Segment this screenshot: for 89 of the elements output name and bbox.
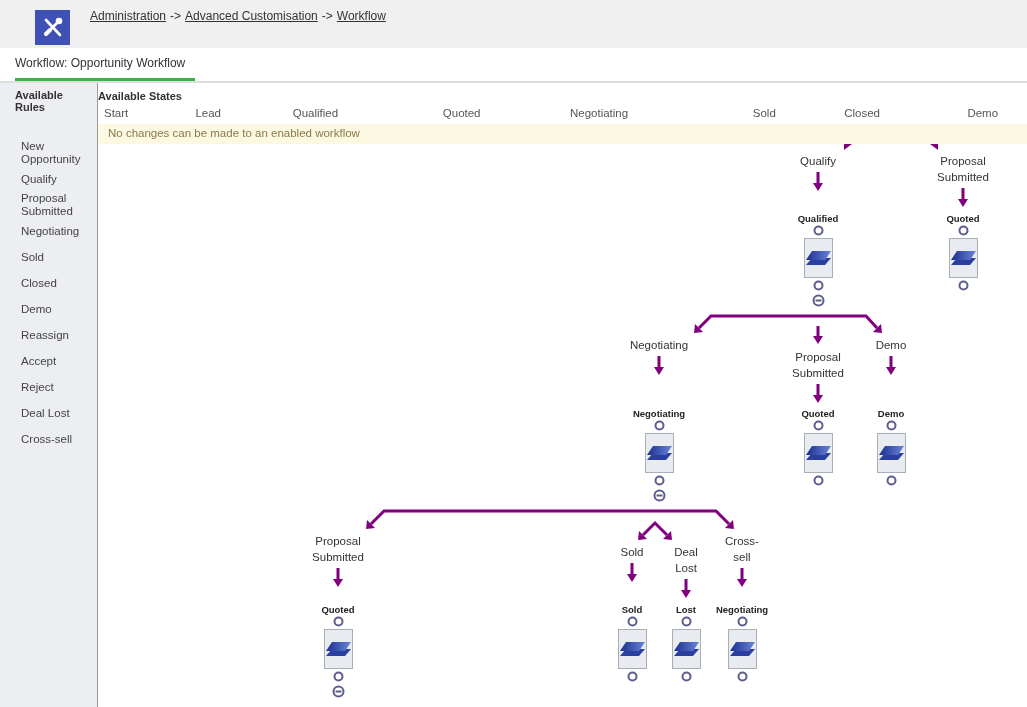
rule-item[interactable]: Closed [21, 270, 93, 296]
collapse-icon[interactable] [652, 489, 666, 502]
rule-item[interactable]: Demo [21, 296, 93, 322]
connector-port-icon [626, 616, 638, 627]
tools-icon [35, 10, 70, 45]
connector-port-icon [957, 280, 969, 291]
state-column-header: Closed [844, 106, 881, 122]
arrow-icon [627, 563, 637, 582]
breadcrumb-link[interactable]: Workflow [336, 7, 386, 25]
rule-item[interactable]: Qualify [21, 166, 93, 192]
arrow-icon [813, 172, 823, 191]
connector-port-icon [885, 420, 897, 431]
state-label: Quoted [946, 213, 980, 225]
state-label: Demo [877, 408, 905, 420]
breadcrumb-link[interactable]: Advanced Customisation [185, 7, 318, 25]
connector-port-icon [653, 420, 665, 431]
connector-port-icon [332, 671, 344, 682]
rules-panel-title: Available Rules [14, 89, 64, 113]
arrow-icon [333, 568, 343, 587]
connector-port-icon [812, 280, 824, 291]
state-icon [323, 629, 353, 669]
connector-port-icon [680, 671, 692, 682]
state-icon [727, 629, 757, 669]
state-column-header: Demo [967, 106, 1000, 122]
rule-label: Deal Lost [673, 545, 699, 576]
collapse-icon[interactable] [331, 685, 345, 698]
rule-item[interactable]: Negotiating [21, 218, 93, 244]
arrow-icon [681, 579, 691, 598]
arrow-icon [737, 568, 747, 587]
state-column-header: Lead [195, 106, 222, 122]
breadcrumb-separator: -> [321, 8, 333, 25]
arrow-icon [886, 356, 896, 375]
connector-port-icon [812, 420, 824, 431]
state-column-header: Negotiating [569, 106, 630, 122]
connector-arrow [813, 326, 823, 344]
rule-item[interactable]: New Opportunity [21, 140, 93, 166]
state-label: Quoted [801, 408, 835, 420]
connector-port-icon [736, 616, 748, 627]
connector-port-icon [626, 671, 638, 682]
rule-item[interactable]: Reassign [21, 322, 93, 348]
rule-label: Cross-sell [724, 534, 760, 565]
connector-arrow [844, 144, 852, 150]
rule-label: Sold [620, 545, 644, 560]
state-label: Qualified [797, 213, 839, 225]
rule-label: Proposal Submitted [311, 534, 365, 565]
connector-port-icon [812, 225, 824, 236]
state-label: Quoted [321, 604, 355, 616]
breadcrumb-separator: -> [170, 8, 182, 25]
collapse-icon[interactable] [811, 294, 825, 307]
state-column-header: Sold [752, 106, 777, 122]
connector-arrow [930, 144, 938, 150]
state-label: Negotiating [632, 408, 686, 420]
notice-bar: No changes can be made to an enabled workflow [98, 124, 1027, 144]
state-icon [803, 238, 833, 278]
state-column-header: Start [104, 106, 130, 122]
rule-label: Demo [875, 338, 907, 353]
connector-port-icon [736, 671, 748, 682]
state-icon [617, 629, 647, 669]
rule-label: Proposal Submitted [791, 350, 845, 381]
connector-port-icon [885, 475, 897, 486]
states-panel-title: Available States [98, 90, 183, 102]
rule-item[interactable]: Reject [21, 374, 93, 400]
state-column-header: Qualified [292, 106, 340, 122]
rule-item[interactable]: Sold [21, 244, 93, 270]
breadcrumb-link[interactable]: Administration [90, 7, 167, 25]
rule-label: Negotiating [629, 338, 689, 353]
rule-item[interactable]: Accept [21, 348, 93, 374]
state-icon [803, 433, 833, 473]
state-label: Negotiating [715, 604, 769, 616]
rule-item[interactable]: Proposal Submitted [21, 192, 93, 218]
arrow-icon [958, 188, 968, 207]
connector-port-icon [653, 475, 665, 486]
arrow-icon [654, 356, 664, 375]
connector-port-icon [957, 225, 969, 236]
state-label: Lost [675, 604, 697, 616]
rule-item[interactable]: Deal Lost [21, 400, 93, 426]
rule-item[interactable]: Cross-sell [21, 426, 93, 452]
state-icon [876, 433, 906, 473]
connector-port-icon [680, 616, 692, 627]
state-label: Sold [621, 604, 643, 616]
arrow-icon [813, 384, 823, 403]
connector-port-icon [332, 616, 344, 627]
state-icon [671, 629, 701, 669]
state-icon [644, 433, 674, 473]
state-icon [948, 238, 978, 278]
rule-label: Qualify [800, 154, 836, 169]
state-column-header: Quoted [442, 106, 482, 122]
rule-label: Proposal Submitted [936, 154, 990, 185]
connector-port-icon [812, 475, 824, 486]
